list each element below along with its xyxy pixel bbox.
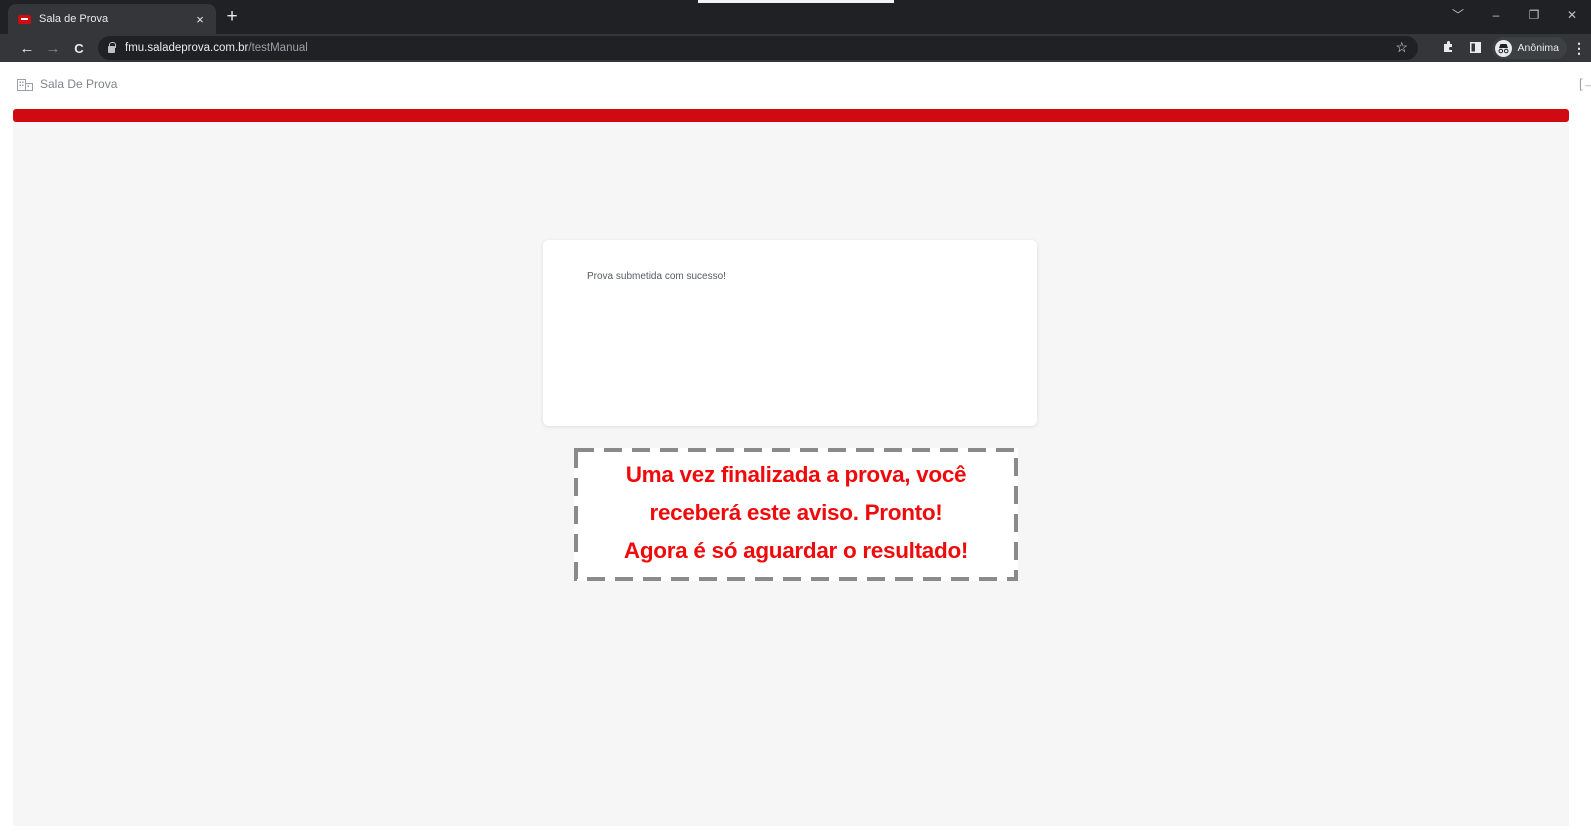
profile-label: Anônima [1517,42,1559,54]
window-controls: ﹀ – ❐ ✕ [1439,6,1591,23]
tab-search-icon[interactable]: ﹀ [1439,6,1477,23]
toolbar-actions: Anônima ⋮ [1434,34,1591,62]
callout-text: Uma vez finalizada a prova, você receber… [574,456,1018,570]
close-tab-icon[interactable]: × [192,12,208,27]
success-message: Prova submetida com sucesso! [587,271,726,282]
profile-button[interactable]: Anônima [1491,37,1567,59]
callout-line-1: Uma vez finalizada a prova, você [625,462,967,487]
new-tab-button[interactable]: + [222,7,242,27]
back-icon[interactable]: ← [14,40,40,57]
browser-chrome: Sala de Prova × + ﹀ – ❐ ✕ ← → C fmu.sala… [0,0,1591,62]
address-bar[interactable]: fmu.saladeprova.com.br/testManual ☆ [98,36,1418,60]
url-host: fmu.saladeprova.com.br [125,42,249,54]
instruction-callout: Uma vez finalizada a prova, você receber… [574,448,1018,581]
site-favicon-icon [18,14,31,24]
callout-line-2: receberá este aviso. Pronto! [649,500,943,525]
app-header: Sala De Prova [→ [0,62,1591,109]
logout-icon[interactable]: [→ [1579,76,1591,91]
sidepanel-icon[interactable] [1462,41,1490,56]
header-accent-bar [13,109,1569,122]
success-card: Prova submetida com sucesso! [543,240,1037,426]
bookmark-star-icon[interactable]: ☆ [1395,39,1408,56]
lock-icon[interactable] [108,41,116,53]
minimize-icon[interactable]: – [1477,8,1515,22]
building-icon [17,78,33,91]
puzzle-icon[interactable] [1434,40,1462,56]
callout-line-3: Agora é só aguardar o resultado! [623,538,969,563]
incognito-icon [1494,39,1512,57]
brand[interactable]: Sala De Prova [17,77,117,91]
brand-label: Sala De Prova [40,77,118,91]
browser-toolbar: ← → C fmu.saladeprova.com.br/testManual … [0,34,1591,62]
tab-sala-de-prova[interactable]: Sala de Prova × [8,4,216,34]
browser-menu-icon[interactable]: ⋮ [1567,40,1591,57]
reload-icon[interactable]: C [66,41,92,56]
tab-title: Sala de Prova [39,13,109,25]
tab-bar: Sala de Prova × + ﹀ – ❐ ✕ [0,0,1591,34]
url-path: /testManual [248,42,308,54]
restore-icon[interactable]: ❐ [1515,8,1553,22]
close-window-icon[interactable]: ✕ [1553,8,1591,22]
forward-icon[interactable]: → [40,40,66,57]
